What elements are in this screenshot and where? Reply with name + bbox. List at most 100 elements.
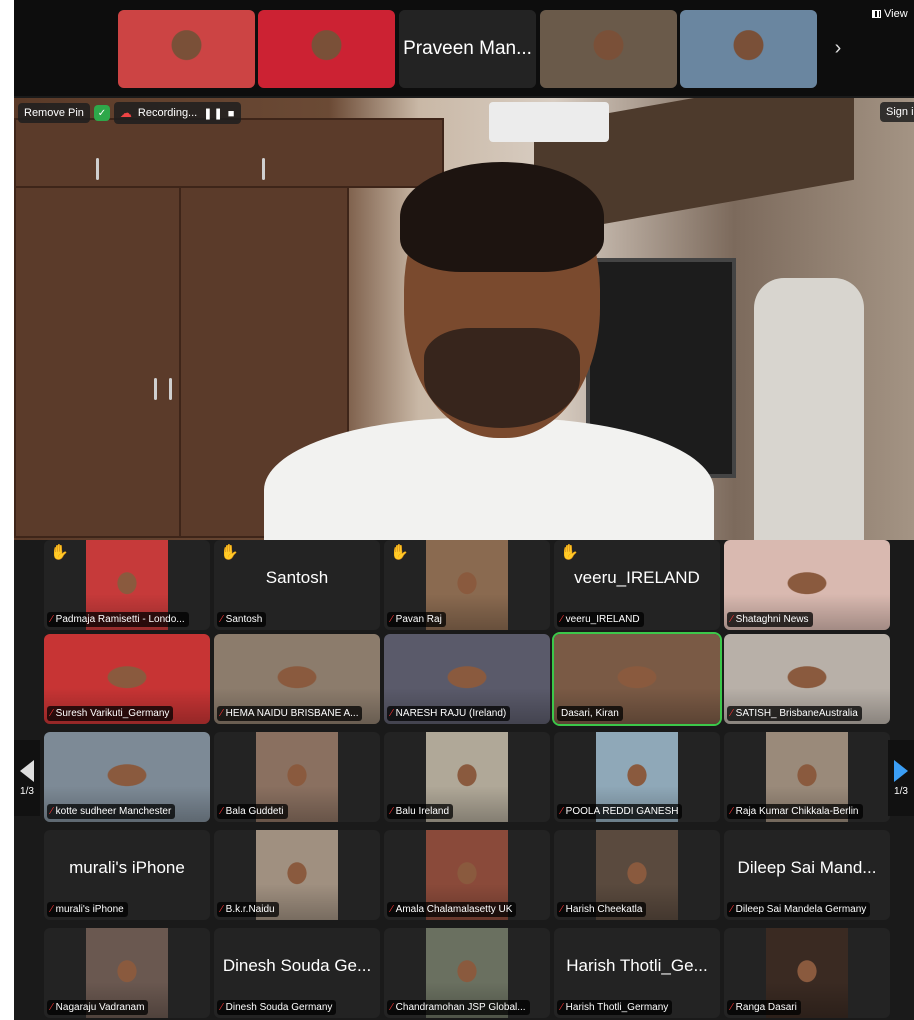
- active-speaker-video: Remove Pin ✓ ☁ Recording... ❚❚ ■ Sign in: [14, 98, 914, 540]
- participant-tile[interactable]: ⁄ Amala Chalamalasetty UK: [384, 830, 550, 920]
- muted-mic-icon: ⁄: [731, 904, 733, 915]
- muted-mic-icon: ⁄: [221, 806, 223, 817]
- muted-mic-icon: ⁄: [731, 806, 733, 817]
- muted-mic-icon: ⁄: [51, 1002, 53, 1013]
- participant-name-label: ⁄ Balu Ireland: [387, 804, 454, 819]
- participant-name-label: ⁄ SATISH_ BrisbaneAustralia: [727, 706, 862, 721]
- participant-tile[interactable]: ⁄ Ranga Dasari: [724, 928, 890, 1018]
- participant-tile[interactable]: ⁄ Balu Ireland: [384, 732, 550, 822]
- participant-tile[interactable]: Dinesh Souda Ge... ⁄ Dinesh Souda Germany: [214, 928, 380, 1018]
- speaker-hair: [400, 162, 604, 272]
- participant-name: murali's iPhone: [55, 904, 124, 915]
- muted-mic-icon: ⁄: [391, 806, 393, 817]
- participant-tile[interactable]: ⁄ Shataghni News: [724, 540, 890, 630]
- participant-name-label: ⁄ Dileep Sai Mandela Germany: [727, 902, 871, 917]
- participant-display-name: Santosh: [265, 568, 329, 587]
- participant-tile[interactable]: ⁄ Harish Cheekatla: [554, 830, 720, 920]
- cabinet-top: [14, 118, 444, 188]
- participant-tile[interactable]: ⁄ Nagaraju Vadranam: [44, 928, 210, 1018]
- strip-participant-tile[interactable]: [258, 10, 395, 88]
- participant-tile[interactable]: ⁄ Suresh Varikuti_Germany: [44, 634, 210, 724]
- participant-name-label: ⁄ Nagaraju Vadranam: [47, 1000, 149, 1015]
- participant-name-label: ⁄ B.k.r.Naidu: [217, 902, 279, 917]
- participant-tile[interactable]: ⁄ kotte sudheer Manchester: [44, 732, 210, 822]
- participant-tile[interactable]: Dileep Sai Mand... ⁄ Dileep Sai Mandela Ge…: [724, 830, 890, 920]
- participant-tile[interactable]: ⁄ POOLA REDDI GANESH: [554, 732, 720, 822]
- muted-mic-icon: ⁄: [51, 708, 53, 719]
- handle: [154, 378, 157, 400]
- muted-mic-icon: ⁄: [221, 1002, 223, 1013]
- handle: [262, 158, 265, 180]
- participant-tile[interactable]: Santosh ✋ ⁄ Santosh: [214, 540, 380, 630]
- participant-tile[interactable]: veeru_IRELAND ✋ ⁄ veeru_IRELAND: [554, 540, 720, 630]
- participant-tile[interactable]: ⁄ Bala Guddeti: [214, 732, 380, 822]
- muted-mic-icon: ⁄: [391, 614, 393, 625]
- muted-mic-icon: ⁄: [221, 904, 223, 915]
- participant-display-name: Harish Thotli_Ge...: [566, 956, 708, 975]
- participant-video: [258, 10, 395, 88]
- participant-tile[interactable]: Harish Thotli_Ge... ⁄ Harish Thotli_German…: [554, 928, 720, 1018]
- strip-next-arrow-icon[interactable]: ›: [826, 30, 850, 66]
- muted-mic-icon: ⁄: [51, 614, 53, 625]
- arrow-left-icon: [20, 759, 34, 782]
- participant-tile[interactable]: ✋ ⁄ Padmaja Ramisetti - Londo...: [44, 540, 210, 630]
- participant-name-label: ⁄ Shataghni News: [727, 612, 813, 627]
- participant-tile[interactable]: ⁄ Chandramohan JSP Global...: [384, 928, 550, 1018]
- strip-participant-tile[interactable]: Praveen Man...: [399, 10, 536, 88]
- muted-mic-icon: ⁄: [391, 1002, 393, 1013]
- muted-mic-icon: ⁄: [51, 904, 53, 915]
- participant-name-label: ⁄ Dinesh Souda Germany: [217, 1000, 337, 1015]
- participant-name: B.k.r.Naidu: [225, 904, 275, 915]
- recording-label: Recording...: [137, 107, 198, 119]
- muted-mic-icon: ⁄: [391, 904, 393, 915]
- muted-mic-icon: ⁄: [221, 708, 223, 719]
- muted-mic-icon: ⁄: [561, 806, 563, 817]
- participant-name: Dasari, Kiran: [561, 708, 619, 719]
- participant-tile[interactable]: ⁄ SATISH_ BrisbaneAustralia: [724, 634, 890, 724]
- participant-tile[interactable]: murali's iPhone ⁄ murali's iPhone: [44, 830, 210, 920]
- participant-name: Dinesh Souda Germany: [225, 1002, 333, 1013]
- strip-participant-tile[interactable]: [118, 10, 255, 88]
- participant-display-name: Dinesh Souda Ge...: [222, 956, 372, 975]
- participant-name: Raja Kumar Chikkala-Berlin: [735, 806, 859, 817]
- participant-tile[interactable]: ⁄ B.k.r.Naidu: [214, 830, 380, 920]
- handle: [169, 378, 172, 400]
- participant-tile[interactable]: ⁄ Raja Kumar Chikkala-Berlin: [724, 732, 890, 822]
- participant-name-label: Dasari, Kiran: [557, 706, 623, 721]
- participant-name-label: ⁄ Santosh: [217, 612, 267, 627]
- participant-name-label: ⁄ POOLA REDDI GANESH: [557, 804, 683, 819]
- remove-pin-button[interactable]: Remove Pin: [18, 103, 90, 123]
- sign-in-button[interactable]: Sign in: [880, 102, 914, 122]
- muted-mic-icon: ⁄: [51, 806, 53, 817]
- recording-pause-stop-controls[interactable]: ❚❚ ■: [203, 107, 235, 120]
- muted-mic-icon: ⁄: [561, 904, 563, 915]
- participant-name: Pavan Raj: [395, 614, 442, 625]
- participant-name-label: ⁄ Padmaja Ramisetti - Londo...: [47, 612, 189, 627]
- participant-tile[interactable]: ⁄ NARESH RAJU (Ireland): [384, 634, 550, 724]
- participant-display-name: veeru_IRELAND: [574, 568, 700, 587]
- strip-participant-tile[interactable]: [540, 10, 677, 88]
- participant-tile[interactable]: Dasari, Kiran: [552, 632, 722, 726]
- participant-name: NARESH RAJU (Ireland): [395, 708, 507, 719]
- participant-name-label: ⁄ Pavan Raj: [387, 612, 446, 627]
- participant-video: [118, 10, 255, 88]
- participant-name: Padmaja Ramisetti - Londo...: [55, 614, 185, 625]
- participant-tile[interactable]: ✋ ⁄ Pavan Raj: [384, 540, 550, 630]
- air-conditioner: [489, 102, 609, 142]
- strip-participant-tile[interactable]: [680, 10, 817, 88]
- muted-mic-icon: ⁄: [731, 614, 733, 625]
- gallery-view: ✋ ⁄ Padmaja Ramisetti - Londo... Santosh ✋ ⁄ S…: [14, 540, 914, 1020]
- participant-video: [680, 10, 817, 88]
- participant-name: Harish Thotli_Germany: [565, 1002, 669, 1013]
- gallery-next-page[interactable]: 1/3: [888, 740, 914, 816]
- handle: [96, 158, 99, 180]
- gallery-prev-page[interactable]: 1/3: [14, 740, 40, 816]
- view-button[interactable]: View: [872, 8, 908, 20]
- muted-mic-icon: ⁄: [731, 1002, 733, 1013]
- muted-mic-icon: ⁄: [221, 614, 223, 625]
- participant-name: Dileep Sai Mandela Germany: [735, 904, 867, 915]
- strip-participant-name: Praveen Man...: [399, 10, 536, 88]
- curtain: [754, 278, 864, 540]
- participant-tile[interactable]: ⁄ HEMA NAIDU BRISBANE A...: [214, 634, 380, 724]
- recording-indicator: ☁ Recording... ❚❚ ■: [113, 102, 242, 124]
